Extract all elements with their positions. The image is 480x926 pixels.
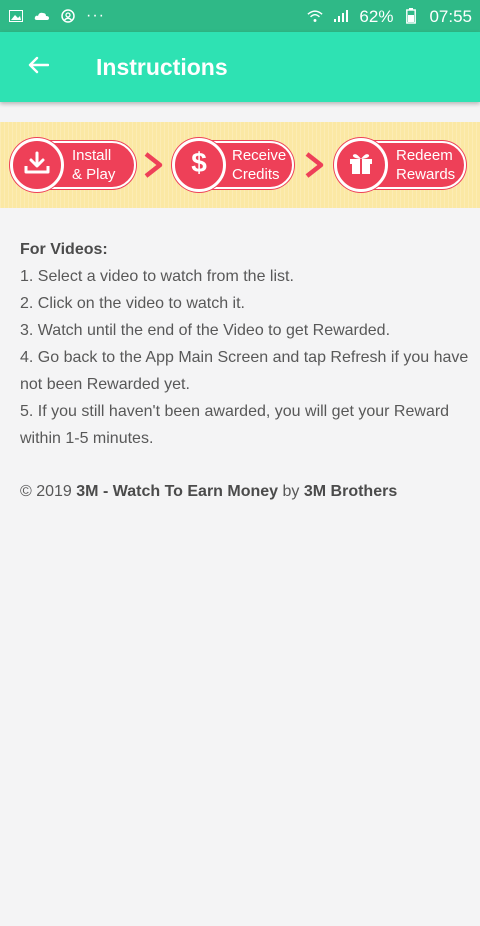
status-left: ··· xyxy=(8,8,105,24)
instruction-step: 4. Go back to the App Main Screen and ta… xyxy=(20,349,469,393)
instruction-step: 2. Click on the video to watch it. xyxy=(20,295,245,312)
banner-step-line2: Credits xyxy=(232,166,280,183)
download-icon xyxy=(24,151,50,180)
instructions-heading: For Videos: xyxy=(20,241,108,258)
steps-banner: Install & Play $ Receive Credits Redeem … xyxy=(0,122,480,208)
chevron-right-icon xyxy=(305,152,324,178)
banner-step-circle xyxy=(334,138,388,192)
battery-icon xyxy=(403,8,419,24)
instructions: For Videos: 1. Select a video to watch f… xyxy=(20,236,470,452)
banner-step-line1: Receive xyxy=(232,147,287,164)
app-bar: Instructions xyxy=(0,32,480,102)
banner-step-circle xyxy=(10,138,64,192)
signal-icon xyxy=(333,9,349,23)
instruction-step: 5. If you still haven't been awarded, yo… xyxy=(20,403,450,447)
wifi-icon xyxy=(307,9,324,23)
banner-step-label: Install & Play xyxy=(72,146,115,184)
image-icon xyxy=(8,9,24,23)
at-icon xyxy=(60,9,76,23)
status-bar: ··· 62% 07:55 xyxy=(0,0,480,32)
banner-step-line1: Install xyxy=(72,147,112,164)
copyright-by: by xyxy=(278,483,304,500)
status-right: 62% 07:55 xyxy=(307,8,472,25)
cloud-icon xyxy=(34,9,50,23)
banner-step-line2: Rewards xyxy=(396,166,456,183)
banner-step-label: Receive Credits xyxy=(232,146,286,184)
instruction-step: 1. Select a video to watch from the list… xyxy=(20,268,294,285)
app-name: 3M - Watch To Earn Money xyxy=(76,483,279,500)
battery-percent: 62% xyxy=(359,6,394,26)
copyright: © 2019 3M - Watch To Earn Money by 3M Br… xyxy=(20,480,470,504)
status-dots: ··· xyxy=(86,7,105,24)
banner-step-label: Redeem Rewards xyxy=(396,146,455,184)
chevron-right-icon xyxy=(144,152,163,178)
instruction-step: 3. Watch until the end of the Video to g… xyxy=(20,322,391,339)
banner-step-install: Install & Play xyxy=(10,138,136,192)
back-button[interactable] xyxy=(8,37,68,97)
banner-step-receive: $ Receive Credits xyxy=(172,138,294,192)
banner-step-circle: $ xyxy=(172,138,226,192)
svg-text:$: $ xyxy=(191,148,207,178)
arrow-left-icon xyxy=(27,56,50,79)
developer-name: 3M Brothers xyxy=(303,483,398,500)
gift-icon xyxy=(348,150,374,181)
banner-step-line2: & Play xyxy=(72,166,116,183)
banner-step-redeem: Redeem Rewards xyxy=(334,138,466,192)
page-title: Instructions xyxy=(96,53,228,80)
banner-step-line1: Redeem xyxy=(396,147,453,164)
copyright-prefix: © 2019 xyxy=(20,483,77,500)
clock: 07:55 xyxy=(429,6,472,26)
dollar-icon: $ xyxy=(188,147,210,183)
